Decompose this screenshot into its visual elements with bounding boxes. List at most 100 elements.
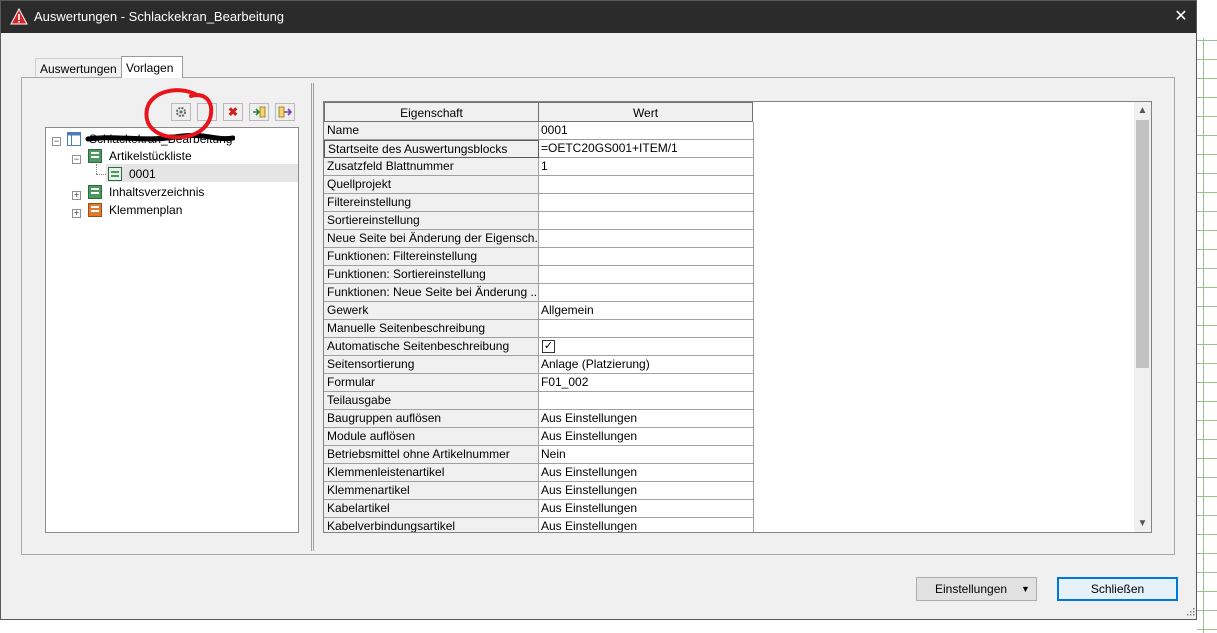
property-cell[interactable]: Baugruppen auflösen	[324, 410, 539, 428]
collapse-icon[interactable]: −	[72, 155, 81, 164]
value-cell[interactable]	[539, 266, 754, 284]
pane-splitter[interactable]	[311, 83, 314, 551]
value-cell[interactable]	[539, 320, 754, 338]
value-cell[interactable]	[539, 230, 754, 248]
property-cell[interactable]: Filtereinstellung	[324, 194, 539, 212]
table-row[interactable]: Formular F01_002	[324, 374, 754, 392]
value-cell[interactable]: 1	[539, 158, 754, 176]
property-cell[interactable]: Klemmenleistenartikel	[324, 464, 539, 482]
property-cell[interactable]: Startseite des Auswertungsblocks	[324, 140, 539, 158]
collapse-icon[interactable]: −	[52, 137, 61, 146]
resize-grip-icon[interactable]	[1187, 608, 1195, 616]
checkbox-checked-icon[interactable]: ✓	[542, 340, 555, 353]
tab-auswertungen[interactable]: Auswertungen	[35, 58, 121, 78]
table-row[interactable]: Klemmenartikel Aus Einstellungen	[324, 482, 754, 500]
export-button[interactable]	[275, 103, 295, 121]
property-cell[interactable]: Kabelverbindungsartikel	[324, 518, 539, 532]
table-row[interactable]: Manuelle Seitenbeschreibung	[324, 320, 754, 338]
table-row[interactable]: Module auflösen Aus Einstellungen	[324, 428, 754, 446]
table-row[interactable]: Quellprojekt	[324, 176, 754, 194]
property-cell[interactable]: Name	[324, 122, 539, 140]
property-cell[interactable]: Automatische Seitenbeschreibung	[324, 338, 539, 356]
table-row[interactable]: Filtereinstellung	[324, 194, 754, 212]
table-row[interactable]: Funktionen: Sortiereinstellung	[324, 266, 754, 284]
value-cell[interactable]	[539, 392, 754, 410]
property-cell[interactable]: Klemmenartikel	[324, 482, 539, 500]
property-cell[interactable]: Sortiereinstellung	[324, 212, 539, 230]
table-row[interactable]: Name 0001	[324, 122, 754, 140]
einstellungen-button[interactable]: Einstellungen ▼	[916, 577, 1037, 601]
blank-toolbar-button[interactable]	[197, 103, 217, 121]
value-cell[interactable]: ✓	[539, 338, 754, 356]
property-cell[interactable]: Module auflösen	[324, 428, 539, 446]
table-row[interactable]: Kabelartikel Aus Einstellungen	[324, 500, 754, 518]
title-bar[interactable]: Auswertungen - Schlackekran_Bearbeitung …	[1, 1, 1196, 33]
property-cell[interactable]: Funktionen: Sortiereinstellung	[324, 266, 539, 284]
tree-item-0001[interactable]: 0001	[129, 165, 156, 183]
value-cell[interactable]: Aus Einstellungen	[539, 428, 754, 446]
scroll-thumb[interactable]	[1136, 120, 1149, 368]
schliessen-button[interactable]: Schließen	[1057, 577, 1178, 601]
property-cell[interactable]: Manuelle Seitenbeschreibung	[324, 320, 539, 338]
value-cell[interactable]	[539, 176, 754, 194]
table-row[interactable]: Sortiereinstellung	[324, 212, 754, 230]
value-cell[interactable]: Aus Einstellungen	[539, 464, 754, 482]
gear-button[interactable]	[171, 103, 191, 121]
vertical-scrollbar[interactable]: ▲ ▼	[1134, 102, 1151, 532]
table-row[interactable]: Betriebsmittel ohne Artikelnummer Nein	[324, 446, 754, 464]
value-cell[interactable]: Aus Einstellungen	[539, 410, 754, 428]
property-cell[interactable]: Teilausgabe	[324, 392, 539, 410]
table-row[interactable]: Gewerk Allgemein	[324, 302, 754, 320]
property-cell[interactable]: Gewerk	[324, 302, 539, 320]
table-row[interactable]: Baugruppen auflösen Aus Einstellungen	[324, 410, 754, 428]
expand-icon[interactable]: +	[72, 209, 81, 218]
property-cell[interactable]: Betriebsmittel ohne Artikelnummer	[324, 446, 539, 464]
value-cell[interactable]	[539, 248, 754, 266]
table-row[interactable]: Startseite des Auswertungsblocks =OETC20G…	[324, 140, 754, 158]
property-grid[interactable]: Eigenschaft Wert Name 0001 Startseite des …	[323, 101, 1152, 533]
value-cell[interactable]: Allgemein	[539, 302, 754, 320]
value-cell[interactable]	[539, 212, 754, 230]
value-cell[interactable]: F01_002	[539, 374, 754, 392]
property-cell[interactable]: Seitensortierung	[324, 356, 539, 374]
close-window-button[interactable]: ✕	[1166, 1, 1196, 33]
property-cell[interactable]: Zusatzfeld Blattnummer	[324, 158, 539, 176]
tree-item-artikelstueckliste[interactable]: Artikelstückliste	[109, 147, 192, 165]
value-cell[interactable]	[539, 194, 754, 212]
delete-button[interactable]: ✖	[223, 103, 243, 121]
value-cell[interactable]: Anlage (Platzierung)	[539, 356, 754, 374]
scroll-up-icon[interactable]: ▲	[1134, 102, 1151, 119]
expand-icon[interactable]: +	[72, 191, 81, 200]
property-cell[interactable]: Formular	[324, 374, 539, 392]
property-cell[interactable]: Funktionen: Filtereinstellung	[324, 248, 539, 266]
property-cell[interactable]: Kabelartikel	[324, 500, 539, 518]
template-tree[interactable]: − Schlackekran_Bearbeitung − Artikelstüc…	[45, 127, 299, 533]
property-cell[interactable]: Funktionen: Neue Seite bei Änderung ...	[324, 284, 539, 302]
table-row[interactable]: Seitensortierung Anlage (Platzierung)	[324, 356, 754, 374]
value-cell[interactable]: =OETC20GS001+ITEM/1	[539, 140, 754, 158]
value-cell[interactable]: 0001	[539, 122, 754, 140]
table-row[interactable]: Funktionen: Filtereinstellung	[324, 248, 754, 266]
table-row[interactable]: Zusatzfeld Blattnummer 1	[324, 158, 754, 176]
value-cell[interactable]: Aus Einstellungen	[539, 482, 754, 500]
chevron-down-icon[interactable]: ▼	[1021, 578, 1030, 600]
table-row[interactable]: Automatische Seitenbeschreibung ✓	[324, 338, 754, 356]
property-cell[interactable]: Quellprojekt	[324, 176, 539, 194]
tree-root[interactable]: Schlackekran_Bearbeitung	[89, 130, 232, 148]
header-wert[interactable]: Wert	[538, 102, 753, 122]
table-row[interactable]: Funktionen: Neue Seite bei Änderung ...	[324, 284, 754, 302]
value-cell[interactable]: Aus Einstellungen	[539, 518, 754, 532]
value-cell[interactable]	[539, 284, 754, 302]
import-button[interactable]	[249, 103, 269, 121]
scroll-down-icon[interactable]: ▼	[1134, 515, 1151, 532]
tab-vorlagen[interactable]: Vorlagen	[121, 56, 183, 78]
table-row[interactable]: Kabelverbindungsartikel Aus Einstellungen	[324, 518, 754, 532]
value-cell[interactable]: Nein	[539, 446, 754, 464]
table-row[interactable]: Klemmenleistenartikel Aus Einstellungen	[324, 464, 754, 482]
table-row[interactable]: Teilausgabe	[324, 392, 754, 410]
tree-item-inhaltsverzeichnis[interactable]: Inhaltsverzeichnis	[109, 183, 204, 201]
property-cell[interactable]: Neue Seite bei Änderung der Eigensch...	[324, 230, 539, 248]
value-cell[interactable]: Aus Einstellungen	[539, 500, 754, 518]
tree-item-klemmenplan[interactable]: Klemmenplan	[109, 201, 182, 219]
table-row[interactable]: Neue Seite bei Änderung der Eigensch...	[324, 230, 754, 248]
